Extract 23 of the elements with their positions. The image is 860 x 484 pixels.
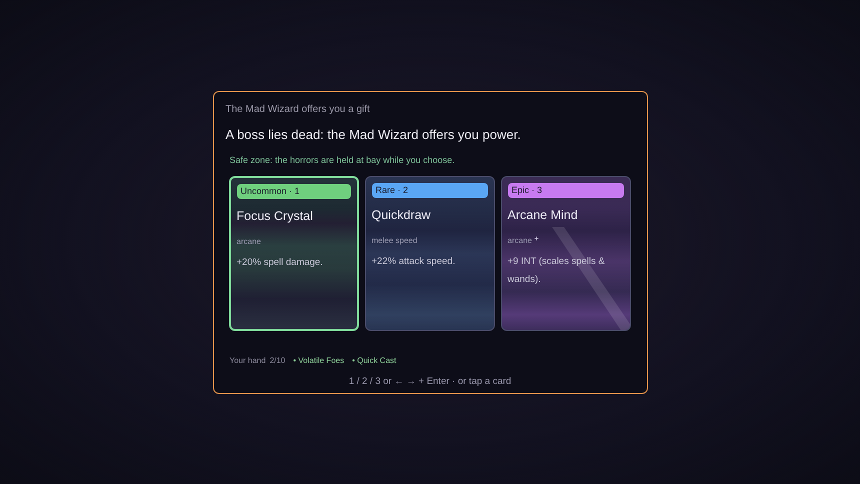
reward-card[interactable]: Epic · 3 Arcane Mind arcane +9 INT (scales spells & wands). — [500, 176, 630, 330]
hand-label: Your hand — [230, 354, 266, 366]
hand-item: • Volatile Foes — [293, 354, 344, 366]
reward-card[interactable]: Rare · 2 Quickdraw melee speed +22% attack speed. — [364, 176, 494, 330]
card-title: Quickdraw — [372, 207, 432, 224]
card-effect: +22% attack speed. — [372, 254, 456, 269]
card-tag: melee speed — [372, 234, 418, 247]
card-title: Focus Crystal — [236, 208, 314, 225]
dialog-kicker: The Mad Wizard offers you a gift — [226, 102, 371, 116]
card-tag: arcane — [508, 234, 532, 247]
card-tag: arcane — [236, 236, 261, 248]
hand-item: • Quick Cast — [352, 354, 396, 366]
rarity-badge: Uncommon · 1 — [236, 184, 350, 199]
card-effect: +9 INT (scales spells & wands). — [508, 254, 606, 287]
dialog-title: A boss lies dead: the Mad Wizard offers you power. — [226, 126, 522, 144]
rarity-badge: Epic · 3 — [508, 182, 624, 198]
reward-card[interactable]: Uncommon · 1 Focus Crystal arcane +20% spell damage. — [228, 176, 358, 330]
safe-zone-notice: Safe zone: the horrors are held at bay while you choose. — [230, 154, 456, 167]
card-title: Arcane Mind — [508, 207, 579, 224]
controls-hint: 1 / 2 / 3 or ← → + Enter · or tap a card — [348, 374, 512, 388]
hand-count: 2/10 — [270, 354, 286, 366]
card-effect: +20% spell damage. — [236, 256, 324, 270]
rarity-badge: Rare · 2 — [372, 182, 488, 198]
